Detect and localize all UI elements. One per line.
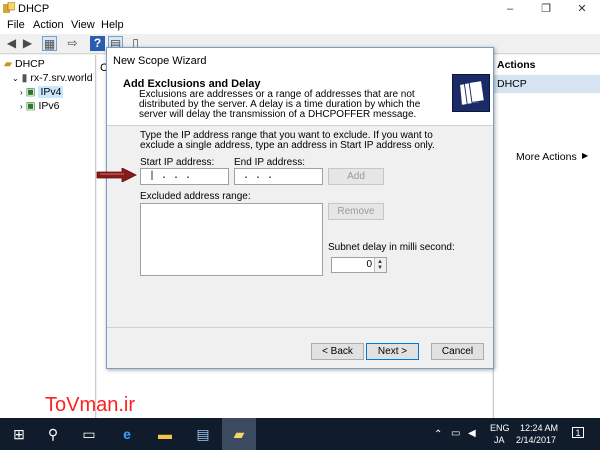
- language-eng[interactable]: ENG: [490, 423, 510, 433]
- collapse-chevron-icon[interactable]: ⌄: [12, 74, 19, 83]
- excluded-range-list[interactable]: [140, 203, 323, 276]
- delay-value: 0: [366, 259, 372, 270]
- minimize-button[interactable]: –: [492, 0, 528, 18]
- tree-root[interactable]: ▰ DHCP: [4, 58, 45, 70]
- help-icon[interactable]: ?: [90, 36, 105, 51]
- actions-pane: Actions DHCP More Actions ▶: [493, 55, 600, 418]
- spin-arrows[interactable]: ▲ ▼: [374, 258, 386, 272]
- volume-icon[interactable]: ◀: [468, 428, 476, 439]
- dhcp-app-icon: [3, 2, 15, 13]
- page-description: Exclusions are addresses or a range of a…: [139, 89, 421, 120]
- spin-down-icon[interactable]: ▼: [377, 265, 383, 271]
- start-ip-label: Start IP address:: [140, 157, 215, 168]
- tree-root-label: DHCP: [15, 58, 45, 70]
- close-button[interactable]: ✕: [564, 0, 600, 18]
- menu-help[interactable]: Help: [101, 19, 124, 31]
- clock-time[interactable]: 12:24 AM: [520, 423, 558, 433]
- show-hidden-icons-icon[interactable]: ⌃: [434, 429, 442, 440]
- next-button[interactable]: Next >: [366, 343, 419, 360]
- restore-button[interactable]: ❐: [528, 0, 564, 18]
- instructions-text: Type the IP address range that you want …: [140, 130, 435, 151]
- excluded-range-label: Excluded address range:: [140, 191, 251, 202]
- actions-header: Actions: [497, 59, 536, 71]
- start-ip-input[interactable]: | . . .: [140, 168, 229, 185]
- actions-section-dhcp[interactable]: DHCP: [494, 75, 600, 93]
- cancel-button[interactable]: Cancel: [431, 343, 484, 360]
- back-arrow-icon[interactable]: ◀: [4, 36, 19, 51]
- tree-ipv4[interactable]: › ▣ IPv4: [20, 86, 64, 98]
- ipv4-icon: ▣: [25, 86, 36, 98]
- tree-ipv6[interactable]: › ▣ IPv6: [20, 100, 59, 112]
- language-ja[interactable]: JA: [494, 435, 505, 445]
- show-tree-icon[interactable]: ▦: [42, 36, 57, 51]
- export-icon[interactable]: ⇨: [65, 36, 80, 51]
- title-bar: DHCP – ❐ ✕: [0, 0, 600, 18]
- notification-icon[interactable]: 1: [572, 427, 584, 438]
- menu-file[interactable]: File: [7, 19, 25, 31]
- annotation-arrow-icon: [96, 168, 137, 182]
- tree-ipv4-label: IPv4: [38, 86, 64, 98]
- expand-chevron-icon[interactable]: ›: [20, 88, 23, 97]
- expand-chevron-icon[interactable]: ›: [20, 102, 23, 111]
- tree-server[interactable]: ⌄ ▮ rx-7.srv.world: [12, 72, 93, 84]
- taskbar: ⊞ ⚲ ▭ e ▬ ▤ ▰ ⌃ ▭ ◀ ENG JA 12:24 AM 2/14…: [0, 418, 600, 450]
- menu-view[interactable]: View: [71, 19, 95, 31]
- dhcp-taskbar-icon[interactable]: ▰: [222, 418, 256, 450]
- tree-ipv6-label: IPv6: [38, 100, 60, 112]
- server-manager-icon[interactable]: ▤: [186, 418, 220, 450]
- delay-spinbox[interactable]: 0 ▲ ▼: [331, 257, 387, 273]
- notification-count: 1: [575, 428, 581, 438]
- tree-server-label: rx-7.srv.world: [30, 72, 93, 84]
- wizard-body: Type the IP address range that you want …: [107, 125, 493, 327]
- wizard-folders-icon: [452, 74, 490, 112]
- server-node-icon: ▮: [21, 72, 28, 84]
- more-actions-link[interactable]: More Actions: [516, 151, 577, 163]
- console-tree: ▰ DHCP ⌄ ▮ rx-7.srv.world › ▣ IPv4 › ▣ I…: [0, 55, 96, 418]
- end-ip-input[interactable]: . . .: [234, 168, 323, 185]
- dhcp-icon: ▰: [4, 58, 13, 70]
- internet-explorer-icon[interactable]: e: [110, 418, 144, 450]
- forward-arrow-icon[interactable]: ▶: [20, 36, 35, 51]
- task-view-icon[interactable]: ▭: [72, 418, 106, 450]
- submenu-arrow-icon: ▶: [582, 151, 589, 160]
- back-button[interactable]: < Back: [311, 343, 364, 360]
- ipv6-icon: ▣: [25, 100, 36, 112]
- dialog-title: New Scope Wizard: [113, 55, 207, 67]
- window-title: DHCP: [18, 3, 50, 15]
- watermark-text: ToVman.ir: [45, 394, 136, 416]
- new-scope-wizard-dialog: New Scope Wizard Add Exclusions and Dela…: [106, 47, 494, 369]
- menu-action[interactable]: Action: [33, 19, 64, 31]
- wizard-footer: < Back Next > Cancel: [107, 327, 493, 368]
- search-icon[interactable]: ⚲: [36, 418, 70, 450]
- remove-button[interactable]: Remove: [328, 203, 384, 220]
- end-ip-label: End IP address:: [234, 157, 305, 168]
- file-explorer-icon[interactable]: ▬: [148, 418, 182, 450]
- start-windows-icon[interactable]: ⊞: [2, 418, 36, 450]
- network-icon[interactable]: ▭: [451, 428, 460, 439]
- wizard-header: Add Exclusions and Delay Exclusions are …: [107, 72, 493, 128]
- add-button[interactable]: Add: [328, 168, 384, 185]
- delay-label: Subnet delay in milli second:: [328, 242, 455, 253]
- clock-date[interactable]: 2/14/2017: [516, 435, 556, 445]
- menu-bar: File Action View Help: [0, 18, 600, 34]
